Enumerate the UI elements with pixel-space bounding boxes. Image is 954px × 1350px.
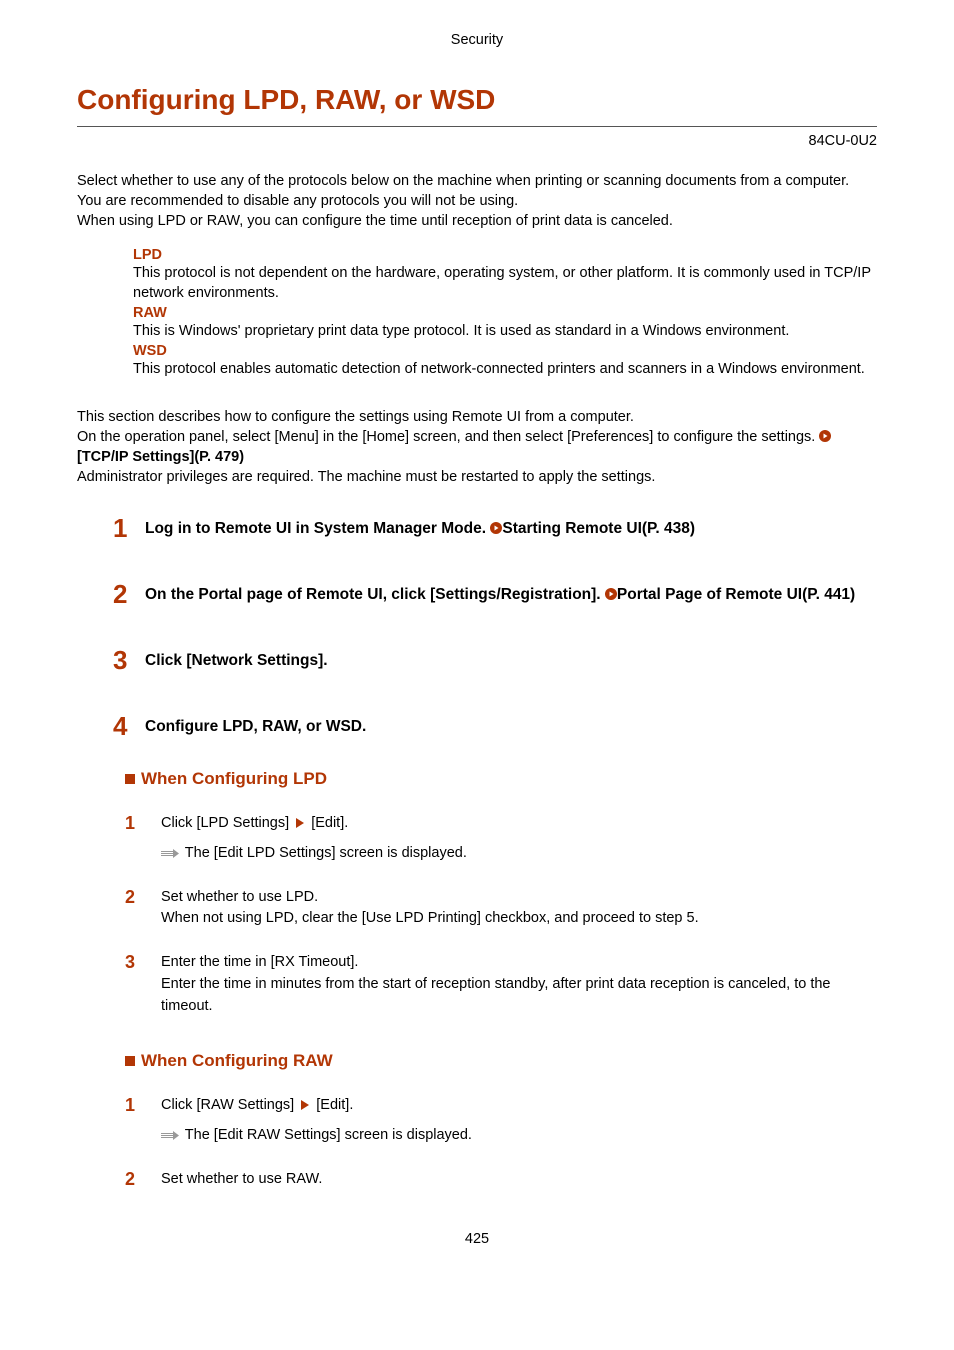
proto-wsd-title: WSD [133,343,877,359]
step-2-num: 2 [113,581,131,607]
arrow-result-icon [161,1131,179,1140]
lpd-step-3-body: Enter the time in [RX Timeout]. Enter th… [161,952,877,1017]
section-p2: On the operation panel, select [Menu] in… [77,427,877,447]
raw-step-2-num: 2 [125,1169,139,1191]
page-title: Configuring LPD, RAW, or WSD [77,84,877,127]
step-2-link[interactable]: Portal Page of Remote UI(P. 441) [617,586,855,603]
lpd-s1-line1a: Click [LPD Settings] [161,815,293,831]
section-link-1[interactable]: [TCP/IP Settings](P. 479) [77,447,877,467]
section-description: This section describes how to configure … [77,407,877,487]
intro-p1: Select whether to use any of the protoco… [77,171,877,191]
triangle-separator-icon [296,818,304,828]
step-1-link[interactable]: Starting Remote UI(P. 438) [502,520,695,537]
lpd-sub-title: When Configuring LPD [141,769,327,789]
triangle-separator-icon [301,1100,309,1110]
intro-p3: When using LPD or RAW, you can configure… [77,211,877,231]
arrow-result-icon [161,849,179,858]
proto-wsd-desc: This protocol enables automatic detectio… [133,359,877,379]
lpd-step-1: 1 Click [LPD Settings] [Edit]. The [Edit… [125,813,877,865]
lpd-step-3-num: 3 [125,952,139,974]
lpd-step-3: 3 Enter the time in [RX Timeout]. Enter … [125,952,877,1017]
section-header: Security [77,32,877,48]
raw-step-1: 1 Click [RAW Settings] [Edit]. The [Edit… [125,1095,877,1147]
link-icon[interactable] [490,522,502,534]
lpd-step-2-num: 2 [125,887,139,909]
revision-code: 84CU-0U2 [77,133,877,149]
lpd-s3-line1: Enter the time in [RX Timeout]. [161,952,877,974]
link-icon[interactable] [605,588,617,600]
step-3-body: Click [Network Settings]. [145,647,328,672]
raw-s2-line1: Set whether to use RAW. [161,1169,322,1191]
section-p2-text: On the operation panel, select [Menu] in… [77,429,819,445]
lpd-subsection: When Configuring LPD 1 Click [LPD Settin… [125,769,877,1017]
step-1-body: Log in to Remote UI in System Manager Mo… [145,515,695,540]
section-p3: Administrator privileges are required. T… [77,467,877,487]
lpd-step-2-body: Set whether to use LPD. When not using L… [161,887,699,931]
raw-s1-line1b: [Edit]. [312,1097,353,1113]
raw-subsection: When Configuring RAW 1 Click [RAW Settin… [125,1051,877,1190]
lpd-s2-line2: When not using LPD, clear the [Use LPD P… [161,908,699,930]
step-2: 2 On the Portal page of Remote UI, click… [113,581,877,607]
proto-lpd-title: LPD [133,247,877,263]
step-3-num: 3 [113,647,131,673]
page-number: 425 [77,1231,877,1247]
intro-p2: You are recommended to disable any proto… [77,191,877,211]
step-1-text: Log in to Remote UI in System Manager Mo… [145,520,490,537]
raw-sub-title: When Configuring RAW [141,1051,333,1071]
lpd-step-1-num: 1 [125,813,139,835]
step-4-num: 4 [113,713,131,739]
lpd-step-2: 2 Set whether to use LPD. When not using… [125,887,877,931]
lpd-s1-result: The [Edit LPD Settings] screen is displa… [185,845,467,861]
raw-step-1-num: 1 [125,1095,139,1117]
proto-raw-desc: This is Windows' proprietary print data … [133,321,877,341]
raw-step-2-body: Set whether to use RAW. [161,1169,322,1191]
lpd-title-row: When Configuring LPD [125,769,877,789]
square-bullet-icon [125,1056,135,1066]
section-p1: This section describes how to configure … [77,407,877,427]
square-bullet-icon [125,774,135,784]
step-4-body: Configure LPD, RAW, or WSD. [145,713,366,738]
proto-raw-title: RAW [133,305,877,321]
proto-lpd-desc: This protocol is not dependent on the ha… [133,263,877,303]
raw-s1-result: The [Edit RAW Settings] screen is displa… [185,1127,472,1143]
step-3: 3 Click [Network Settings]. [113,647,877,673]
lpd-step-1-body: Click [LPD Settings] [Edit]. The [Edit L… [161,813,467,865]
raw-title-row: When Configuring RAW [125,1051,877,1071]
step-1: 1 Log in to Remote UI in System Manager … [113,515,877,541]
step-1-num: 1 [113,515,131,541]
step-2-body: On the Portal page of Remote UI, click [… [145,581,855,606]
intro-block: Select whether to use any of the protoco… [77,171,877,231]
protocol-definitions: LPD This protocol is not dependent on th… [133,247,877,379]
main-steps: 1 Log in to Remote UI in System Manager … [113,515,877,739]
raw-s1-line1a: Click [RAW Settings] [161,1097,298,1113]
lpd-s3-line2: Enter the time in minutes from the start… [161,974,877,1018]
lpd-s2-line1: Set whether to use LPD. [161,887,699,909]
page: Security Configuring LPD, RAW, or WSD 84… [0,0,954,1287]
raw-step-2: 2 Set whether to use RAW. [125,1169,877,1191]
step-2-text: On the Portal page of Remote UI, click [… [145,586,605,603]
raw-step-1-body: Click [RAW Settings] [Edit]. The [Edit R… [161,1095,472,1147]
link-icon[interactable] [819,430,831,442]
lpd-s1-line1b: [Edit]. [307,815,348,831]
step-4: 4 Configure LPD, RAW, or WSD. [113,713,877,739]
